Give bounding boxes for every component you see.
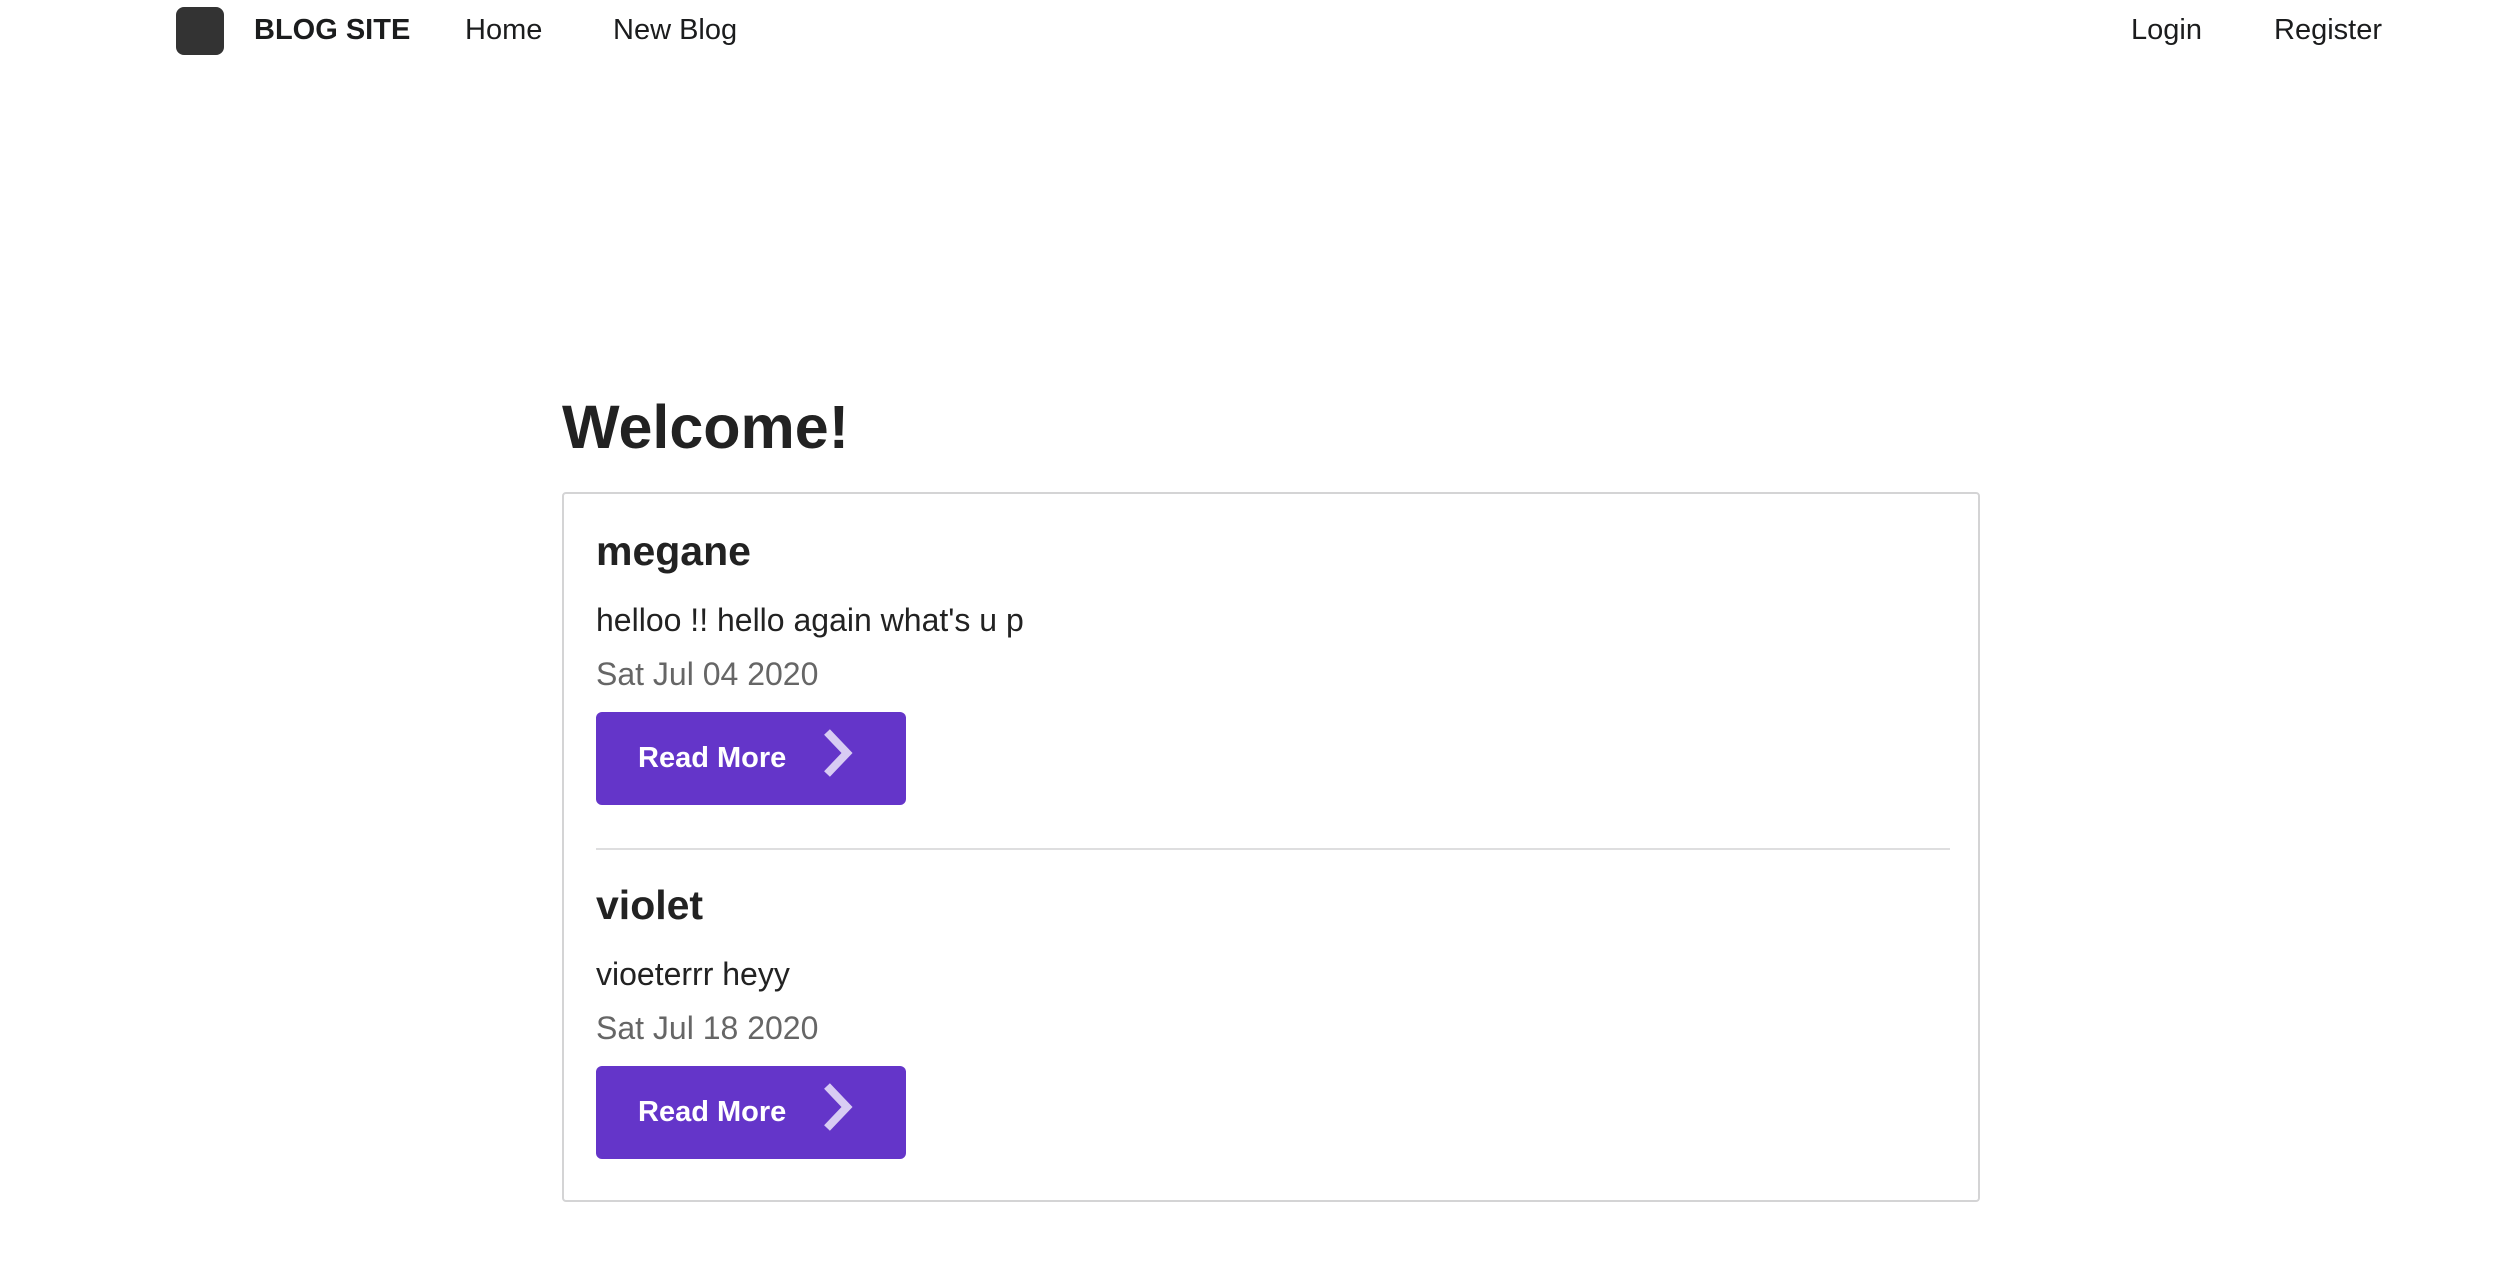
brand-link[interactable]: BLOG SITE: [254, 12, 410, 48]
nav-new-blog-link[interactable]: New Blog: [613, 12, 737, 48]
chevron-right-icon: [824, 729, 853, 777]
post-author: megane: [596, 528, 751, 574]
post-excerpt: helloo !! hello again what's u p: [596, 602, 1024, 638]
logo[interactable]: [176, 7, 224, 55]
nav-register-link[interactable]: Register: [2274, 12, 2382, 48]
divider: [596, 848, 1950, 850]
chevron-right-icon: [824, 1083, 853, 1131]
post-excerpt: vioeterrr heyy: [596, 956, 790, 992]
top-navbar: BLOG SITE Home New Blog Login Register: [0, 0, 2516, 60]
page-title: Welcome!: [562, 393, 850, 461]
post-date: Sat Jul 18 2020: [596, 1010, 819, 1046]
nav-login-link[interactable]: Login: [2131, 12, 2202, 48]
main-content: Welcome! megane helloo !! hello again wh…: [562, 390, 1982, 1202]
read-more-button[interactable]: Read More: [596, 1066, 906, 1159]
read-more-button[interactable]: Read More: [596, 712, 906, 805]
nav-home-link[interactable]: Home: [465, 12, 542, 48]
read-more-label: Read More: [638, 1096, 787, 1128]
post-author: violet: [596, 882, 704, 928]
blog-list-card: megane helloo !! hello again what's u p …: [562, 492, 1980, 1202]
post-date: Sat Jul 04 2020: [596, 656, 819, 692]
read-more-label: Read More: [638, 742, 787, 774]
